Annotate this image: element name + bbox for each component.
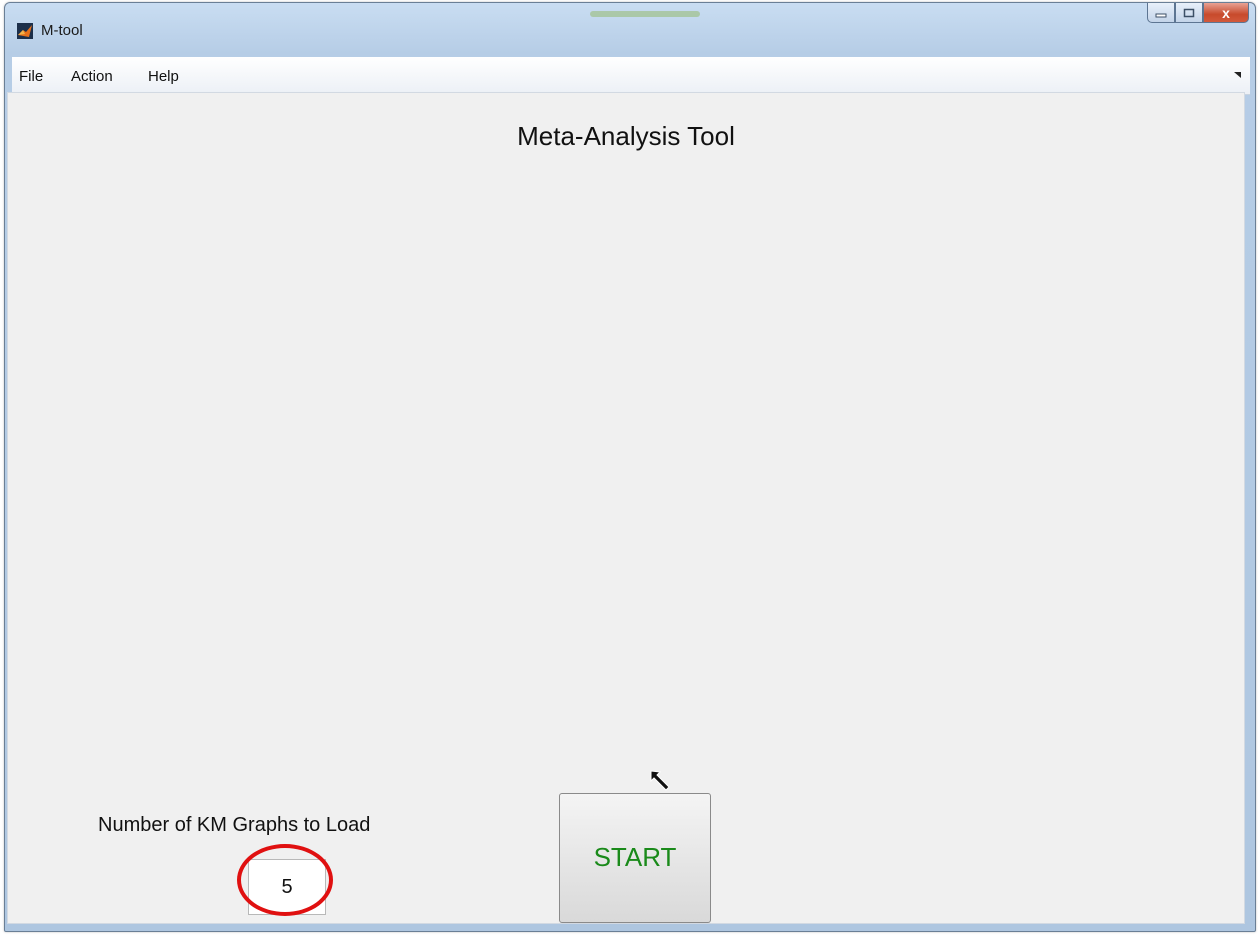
- window-title: M-tool: [41, 22, 83, 39]
- menu-help[interactable]: Help: [148, 68, 179, 85]
- main-panel: Meta-Analysis Tool Number of KM Graphs t…: [7, 92, 1245, 924]
- title-bar-highlight: [590, 11, 700, 17]
- matlab-icon: [17, 23, 33, 39]
- menu-action[interactable]: Action: [71, 68, 113, 85]
- title-bar[interactable]: M-tool x: [5, 3, 1255, 53]
- menu-bar: File Action Help: [12, 57, 1250, 95]
- close-button[interactable]: x: [1203, 3, 1249, 23]
- maximize-icon: [1183, 8, 1195, 17]
- menu-expand-arrow-icon[interactable]: [1234, 71, 1242, 79]
- window-controls: x: [1147, 3, 1249, 25]
- maximize-button[interactable]: [1175, 3, 1203, 23]
- graph-count-label: Number of KM Graphs to Load: [98, 814, 371, 836]
- menu-file[interactable]: File: [19, 68, 43, 85]
- close-icon: x: [1222, 4, 1230, 21]
- start-button-label: START: [593, 842, 677, 872]
- graph-count-input[interactable]: [248, 859, 326, 915]
- start-button[interactable]: START: [559, 793, 711, 923]
- page-title: Meta-Analysis Tool: [517, 121, 735, 151]
- minimize-icon: [1155, 13, 1167, 17]
- minimize-button[interactable]: [1147, 3, 1175, 23]
